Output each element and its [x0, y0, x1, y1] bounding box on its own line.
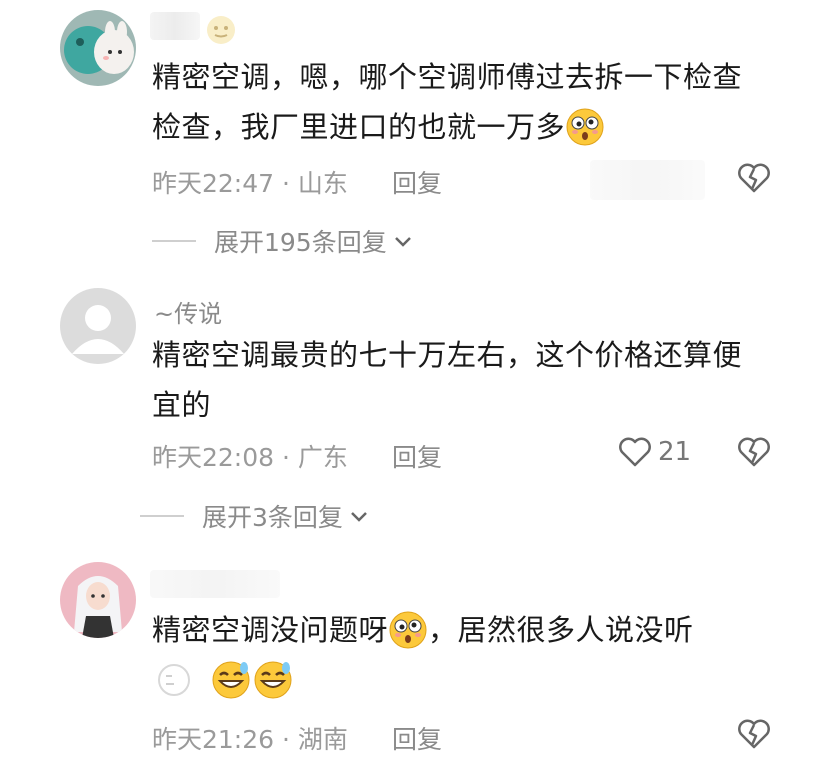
comment-text-line: 精密空调，嗯，哪个空调师傅过去拆一下检查 — [152, 60, 743, 94]
dislike-button[interactable] — [737, 436, 771, 472]
avatar[interactable] — [60, 288, 136, 364]
comment-text-line: 精密空调没问题呀 — [152, 613, 389, 647]
comment-time: 昨天22:47 — [152, 169, 275, 198]
comment-time: 昨天22:08 — [152, 443, 275, 472]
chevron-down-icon — [394, 237, 411, 247]
partial-emoji-icon — [158, 664, 190, 696]
comment-text: 精密空调没问题呀 ，居然很多人说没听 — [152, 605, 792, 705]
stuffed-animal-avatar-icon — [60, 10, 136, 86]
broken-heart-icon — [738, 437, 770, 467]
comment-location: 山东 — [297, 169, 348, 198]
comment-meta: 昨天21:26 · 湖南 — [152, 720, 348, 756]
username-blurred — [150, 570, 280, 598]
username-blurred — [150, 12, 200, 40]
grinning-sweat-emoji-icon — [212, 661, 250, 699]
comment-location: 广东 — [297, 443, 348, 472]
meta-separator: · — [274, 443, 298, 472]
reply-button[interactable]: 回复 — [392, 164, 442, 200]
comment-text: 精密空调最贵的七十万左右，这个价格还算便 宜的 — [152, 330, 792, 430]
grinning-sweat-emoji-icon — [254, 661, 292, 699]
expand-replies[interactable]: 展开195条回复 — [152, 223, 415, 259]
reply-button[interactable]: 回复 — [392, 720, 442, 756]
comment-location: 湖南 — [297, 725, 348, 754]
meta-separator: · — [274, 169, 298, 198]
comment-text-line: 检查，我厂里进口的也就一万多 — [152, 110, 566, 144]
username[interactable]: ~传说 — [154, 294, 222, 329]
like-count: 21 — [658, 437, 692, 467]
comment-text: 精密空调，嗯，哪个空调师傅过去拆一下检查 检查，我厂里进口的也就一万多 — [152, 52, 792, 152]
surprised-emoji-icon — [566, 108, 604, 146]
avatar[interactable] — [60, 10, 136, 86]
comment-text-line: 精密空调最贵的七十万左右，这个价格还算便 — [152, 338, 743, 372]
expand-replies[interactable]: 展开3条回复 — [140, 498, 371, 534]
like-button[interactable]: 21 — [618, 436, 691, 468]
comment-meta: 昨天22:08 · 广东 — [152, 438, 348, 474]
heart-icon — [619, 437, 651, 467]
expand-replies-label: 展开195条回复 — [214, 228, 387, 257]
comment-text-line: ，居然很多人说没听 — [428, 613, 694, 647]
divider — [140, 515, 184, 517]
dislike-button[interactable] — [737, 718, 771, 754]
broken-heart-icon — [738, 163, 770, 193]
blurred-area — [590, 160, 705, 200]
default-user-avatar-icon — [60, 288, 136, 364]
reply-button[interactable]: 回复 — [392, 438, 442, 474]
dislike-button[interactable] — [737, 162, 771, 198]
comment-meta: 昨天22:47 · 山东 — [152, 164, 348, 200]
avatar[interactable] — [60, 562, 136, 638]
comment-time: 昨天21:26 — [152, 725, 275, 754]
broken-heart-icon — [738, 719, 770, 749]
comment-text-line: 宜的 — [152, 388, 212, 422]
meta-separator: · — [274, 725, 298, 754]
username-emoji-icon — [205, 14, 237, 50]
surprised-emoji-icon — [389, 611, 427, 649]
chevron-down-icon — [351, 512, 367, 522]
anime-girl-avatar-icon — [60, 562, 136, 638]
divider — [152, 240, 196, 242]
expand-replies-label: 展开3条回复 — [202, 503, 343, 532]
